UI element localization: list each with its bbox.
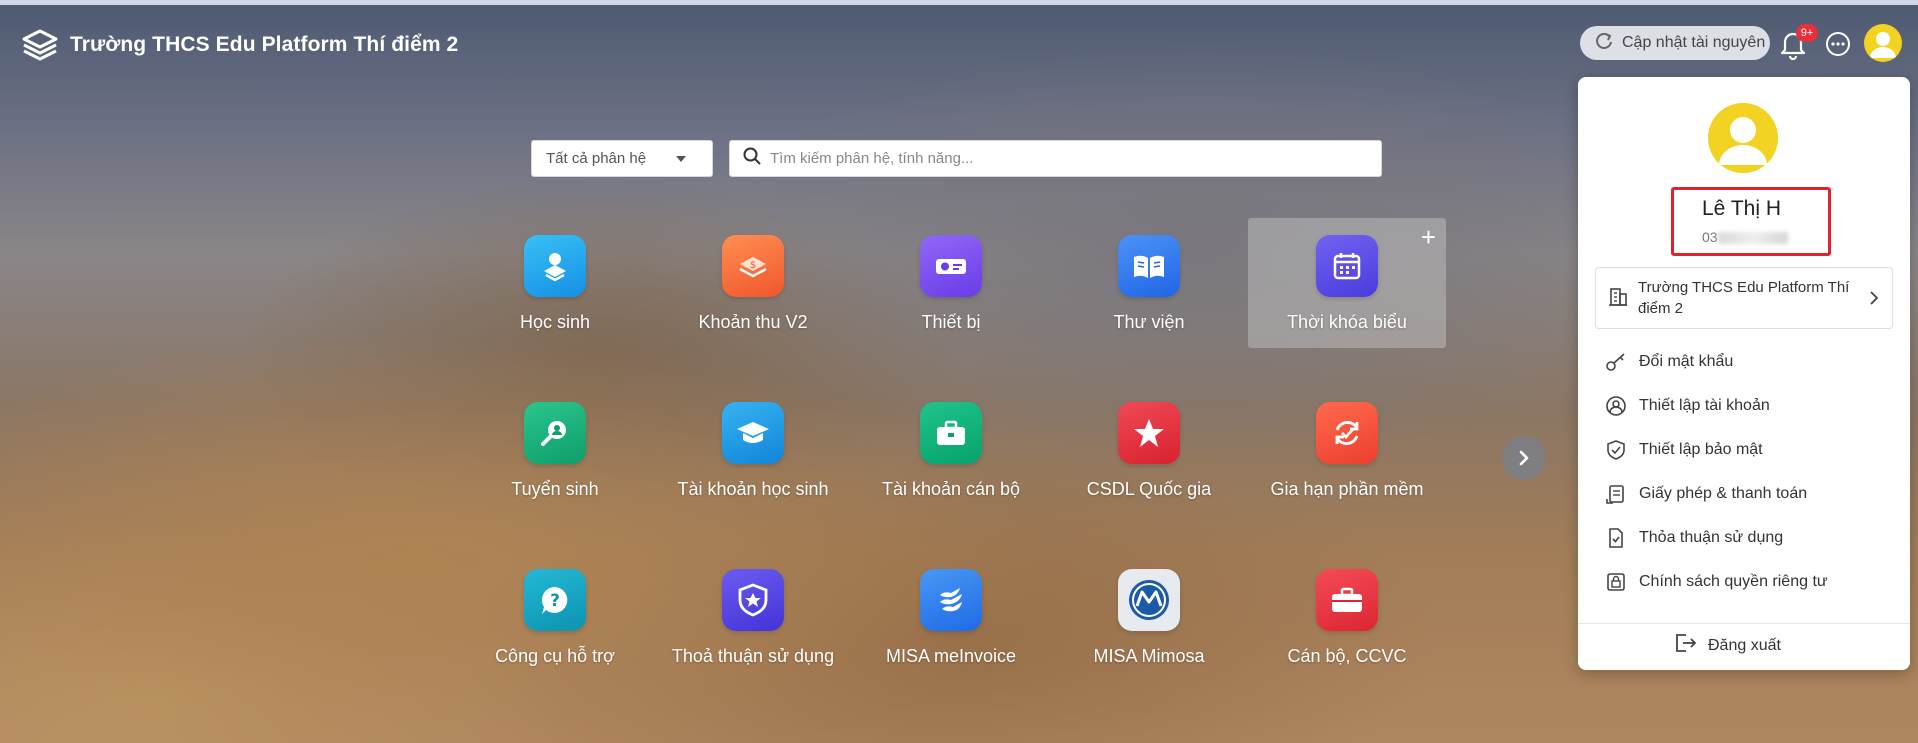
user-circle-icon	[1605, 395, 1627, 417]
menu-label: Đổi mật khẩu	[1639, 353, 1734, 370]
tile-label: Thư viện	[1113, 312, 1185, 332]
book-icon	[1118, 235, 1180, 297]
tile-thiet-bi[interactable]: Thiết bị	[852, 218, 1050, 348]
renew-icon	[1316, 402, 1378, 464]
tile-thoa-thuan-su-dung[interactable]: Thoả thuận sử dụng	[654, 552, 852, 682]
more-options-icon[interactable]	[1824, 30, 1852, 58]
menu-license-payment[interactable]: Giấy phép & thanh toán	[1605, 483, 1807, 505]
tile-can-bo-ccvc[interactable]: Cán bộ, CCVC	[1248, 552, 1446, 682]
tile-label: Tuyển sinh	[511, 479, 599, 499]
menu-account-settings[interactable]: Thiết lập tài khoản	[1605, 395, 1770, 417]
key-icon	[1605, 351, 1627, 373]
tile-thu-vien[interactable]: Thư viện	[1050, 218, 1248, 348]
logout-button[interactable]: Đăng xuất	[1674, 632, 1781, 659]
window-top-border	[0, 0, 1918, 5]
student-icon	[524, 235, 586, 297]
tile-label: Khoản thu V2	[698, 312, 808, 332]
profile-phone: 03	[1702, 229, 1788, 245]
chevron-down-icon	[676, 156, 686, 162]
tile-thoi-khoa-bieu[interactable]: + Thời khóa biểu	[1248, 218, 1446, 348]
chevron-right-icon	[1868, 290, 1880, 311]
menu-label: Thiết lập bảo mật	[1639, 441, 1763, 458]
tile-label: Thiết bị	[921, 312, 981, 332]
search-input[interactable]	[770, 150, 1330, 167]
search-icon	[742, 146, 762, 171]
add-shortcut-icon[interactable]: +	[1421, 224, 1436, 250]
shield-check-icon	[1605, 439, 1627, 461]
briefcase-icon	[920, 402, 982, 464]
tile-label: CSDL Quốc gia	[1086, 479, 1212, 499]
menu-label: Thỏa thuận sử dụng	[1639, 529, 1784, 546]
menu-label: Thiết lập tài khoản	[1639, 397, 1770, 414]
building-icon	[1608, 285, 1628, 312]
license-icon	[1605, 483, 1627, 505]
menu-security-settings[interactable]: Thiết lập bảo mật	[1605, 439, 1763, 461]
user-avatar-button[interactable]	[1864, 24, 1902, 62]
tile-tai-khoan-hoc-sinh[interactable]: Tài khoản học sinh	[654, 385, 852, 515]
next-page-button[interactable]	[1502, 436, 1546, 480]
tile-label: Tài khoản cán bộ	[881, 479, 1021, 499]
module-filter-value: Tất cả phân hệ	[546, 150, 647, 167]
graduation-cap-icon	[722, 402, 784, 464]
notification-badge: 9+	[1796, 24, 1818, 42]
school-selector[interactable]: Trường THCS Edu Platform Thí điểm 2	[1595, 267, 1893, 329]
shield-star-icon	[722, 569, 784, 631]
tile-tuyen-sinh[interactable]: Tuyển sinh	[456, 385, 654, 515]
staff-bag-icon	[1316, 569, 1378, 631]
logout-label: Đăng xuất	[1708, 636, 1781, 654]
profile-avatar	[1708, 103, 1778, 173]
profile-name: Lê Thị H	[1702, 197, 1781, 220]
tile-label: MISA meInvoice	[885, 646, 1017, 666]
tile-label: Thoả thuận sử dụng	[671, 646, 835, 666]
mimosa-icon	[1118, 569, 1180, 631]
admission-icon	[524, 402, 586, 464]
tile-label: Học sinh	[519, 312, 591, 332]
tile-tai-khoan-can-bo[interactable]: Tài khoản cán bộ	[852, 385, 1050, 515]
tile-label: MISA Mimosa	[1093, 646, 1205, 666]
meinvoice-icon	[920, 569, 982, 631]
app-logo-icon[interactable]	[20, 28, 60, 62]
help-icon: ?	[524, 569, 586, 631]
menu-privacy-policy[interactable]: Chính sách quyền riêng tư	[1605, 571, 1828, 593]
tile-label: Tài khoản học sinh	[677, 479, 829, 499]
logout-icon	[1674, 632, 1698, 659]
tile-misa-meinvoice[interactable]: MISA meInvoice	[852, 552, 1050, 682]
search-bar[interactable]	[729, 140, 1382, 177]
tile-misa-mimosa[interactable]: MISA Mimosa	[1050, 552, 1248, 682]
update-resources-button[interactable]: Cập nhật tài nguyên	[1580, 26, 1770, 60]
refresh-icon	[1594, 31, 1614, 56]
tile-hoc-sinh[interactable]: Học sinh	[456, 218, 654, 348]
profile-dropdown: Lê Thị H 03 Trường THCS Edu Platform Thí…	[1578, 77, 1910, 670]
calendar-icon	[1316, 235, 1378, 297]
phone-visible-digits: 03	[1702, 229, 1718, 245]
menu-change-password[interactable]: Đổi mật khẩu	[1605, 351, 1733, 373]
fee-icon: $	[722, 235, 784, 297]
app-header: Trường THCS Edu Platform Thí điểm 2	[20, 28, 458, 62]
svg-text:$: $	[750, 260, 756, 271]
menu-divider	[1578, 623, 1910, 624]
projector-icon	[920, 235, 982, 297]
menu-terms-of-use[interactable]: Thỏa thuận sử dụng	[1605, 527, 1783, 549]
module-filter-select[interactable]: Tất cả phân hệ	[531, 140, 713, 177]
tile-label: Gia hạn phần mềm	[1270, 479, 1424, 499]
tile-label: Công cụ hỗ trợ	[495, 646, 615, 666]
document-check-icon	[1605, 527, 1627, 549]
tile-khoan-thu[interactable]: $ Khoản thu V2	[654, 218, 852, 348]
update-resources-label: Cập nhật tài nguyên	[1622, 34, 1766, 51]
lock-icon	[1605, 571, 1627, 593]
tile-label: Thời khóa biểu	[1287, 312, 1407, 332]
tile-label: Cán bộ, CCVC	[1287, 646, 1407, 666]
phone-redacted	[1717, 232, 1788, 245]
menu-label: Giấy phép & thanh toán	[1639, 485, 1808, 502]
tile-csdl-quoc-gia[interactable]: CSDL Quốc gia	[1050, 385, 1248, 515]
app-title[interactable]: Trường THCS Edu Platform Thí điểm 2	[70, 33, 458, 57]
chevron-right-icon	[1519, 450, 1529, 466]
tile-cong-cu-ho-tro[interactable]: ? Công cụ hỗ trợ	[456, 552, 654, 682]
star-icon	[1118, 402, 1180, 464]
menu-label: Chính sách quyền riêng tư	[1639, 573, 1828, 590]
svg-text:?: ?	[550, 591, 560, 611]
school-name: Trường THCS Edu Platform Thí điểm 2	[1638, 279, 1850, 317]
tile-gia-han-phan-mem[interactable]: Gia hạn phần mềm	[1248, 385, 1446, 515]
